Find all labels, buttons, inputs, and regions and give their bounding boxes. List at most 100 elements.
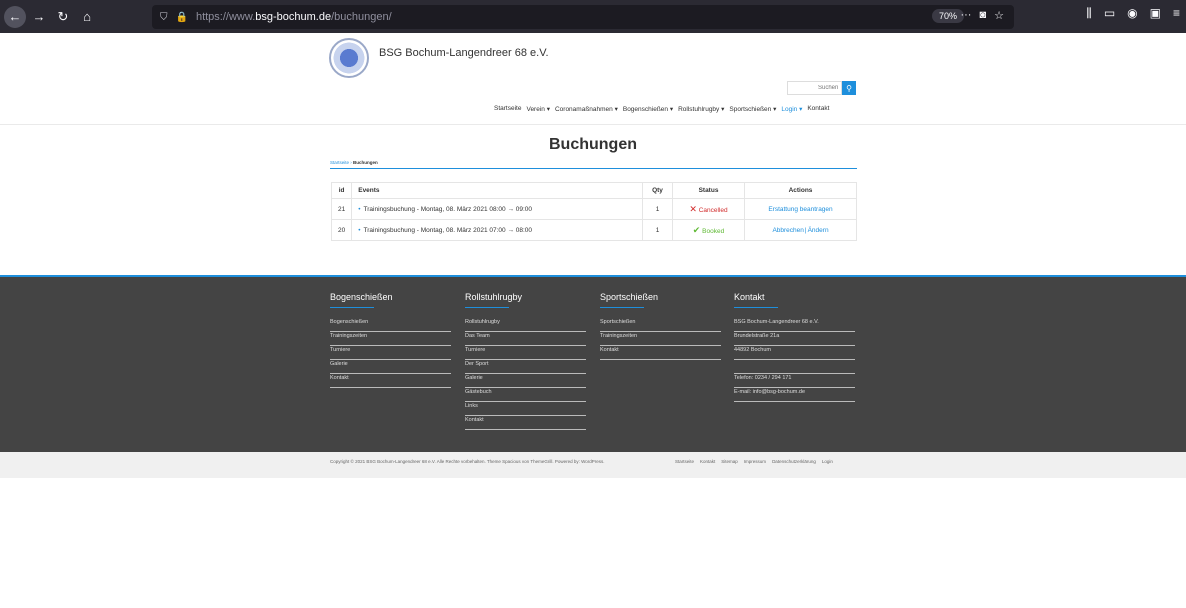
booking-id: 20 [330, 219, 353, 241]
footer-link[interactable]: Trainingszeiten [600, 332, 721, 346]
booking-event: • Trainingsbuchung - Montag, 08. März 202… [351, 219, 643, 241]
search-input[interactable] [787, 81, 842, 95]
nav-buttons: ← → ↻ ⌂ [0, 5, 98, 28]
footer-link[interactable]: Turniere [465, 346, 586, 360]
footer-menu-datenschutz[interactable]: Datenschutzerklärung [772, 459, 816, 464]
footer-heading: Sportschießen [600, 292, 721, 308]
footer-link[interactable]: Sportschießen [600, 318, 721, 332]
col-header-qty: Qty [642, 182, 673, 199]
footer-link[interactable]: Turniere [330, 346, 451, 360]
footer-menu-kontakt[interactable]: Kontakt [700, 459, 715, 464]
status-text: Cancelled [698, 206, 728, 214]
footer-col-sportschiessen: Sportschießen Sportschießen Trainingszei… [600, 292, 721, 360]
footer-link[interactable]: Kontakt [600, 346, 721, 360]
search-button[interactable]: ⚲ [842, 81, 856, 95]
lock-icon[interactable]: 🔒 [176, 12, 188, 23]
footer-col-kontakt: Kontakt BSG Bochum-Langendreer 68 e.V. B… [734, 292, 855, 402]
booking-id: 21 [330, 198, 353, 220]
shield-icon[interactable]: ⛉ [160, 12, 168, 23]
account-icon[interactable]: ◉ [1127, 6, 1137, 21]
bullet-icon: • [358, 205, 361, 213]
breadcrumb-home-link[interactable]: Startseite [330, 160, 349, 165]
footer-menu-login[interactable]: Login [822, 459, 833, 464]
pocket-icon[interactable]: ◙ [979, 9, 986, 22]
booking-event-link[interactable]: Trainingsbuchung - Montag, 08. März 2021… [364, 206, 533, 213]
search-icon: ⚲ [846, 83, 852, 93]
table-row: 21 • Trainingsbuchung - Montag, 08. März … [330, 198, 857, 220]
extension-icon[interactable]: ▣ [1150, 6, 1161, 21]
forward-icon[interactable]: → [28, 6, 50, 28]
bullet-icon: • [358, 226, 361, 234]
status-badge: ✕ Cancelled [672, 198, 745, 220]
footer-link[interactable]: Bogenschießen [330, 318, 451, 332]
more-actions-icon[interactable]: ··· [960, 9, 971, 22]
footer-link[interactable]: Kontakt [465, 416, 586, 430]
nav-coronamassnahmen[interactable]: Coronamaßnahmen ▾ [555, 105, 618, 113]
site-title[interactable]: BSG Bochum-Langendreer 68 e.V. [379, 47, 549, 59]
breadcrumb-current: Buchungen [353, 160, 378, 165]
zoom-level-button[interactable]: 70% [932, 9, 965, 23]
booking-actions: Erstattung beantragen [744, 198, 857, 220]
nav-login[interactable]: Login ▾ [781, 105, 802, 113]
footer-col-rollstuhlrugby: Rollstuhlrugby Rollstuhlrugby Das Team T… [465, 292, 586, 430]
nav-kontakt[interactable]: Kontakt [807, 105, 829, 113]
browser-toolbar: ← → ↻ ⌂ ⛉ 🔒 https://www.bsg-bochum.de/bu… [0, 0, 1186, 33]
home-icon[interactable]: ⌂ [76, 6, 98, 28]
footer-link[interactable]: Kontakt [330, 374, 451, 388]
booking-qty: 1 [642, 198, 673, 220]
site-header: BSG Bochum-Langendreer 68 e.V. ⚲ Startse… [0, 33, 1186, 125]
reload-icon[interactable]: ↻ [52, 6, 74, 28]
url-text[interactable]: https://www.bsg-bochum.de/buchungen/ [196, 11, 392, 23]
breadcrumb: Startseite › Buchungen [330, 160, 378, 165]
action-separator: | [804, 226, 807, 234]
refund-request-link[interactable]: Erstattung beantragen [768, 206, 832, 213]
footer-link[interactable]: Links [465, 402, 586, 416]
url-actions: ··· ◙ ☆ [960, 9, 1004, 22]
footer-menu-impressum[interactable]: Impressum [744, 459, 766, 464]
col-header-events: Events [351, 182, 643, 199]
main-navigation: Startseite Verein ▾ Coronamaßnahmen ▾ Bo… [494, 105, 829, 113]
status-text: Booked [702, 227, 725, 235]
contact-line[interactable]: E-mail: info@bsg-bochum.de [734, 388, 855, 402]
footer-menu-sitemap[interactable]: Sitemap [721, 459, 738, 464]
page-title: Buchungen [549, 136, 637, 153]
address-bar[interactable]: ⛉ 🔒 https://www.bsg-bochum.de/buchungen/… [152, 5, 1014, 29]
url-path: /buchungen/ [331, 11, 392, 23]
footer-heading: Kontakt [734, 292, 855, 308]
footer-link[interactable]: Rollstuhlrugby [465, 318, 586, 332]
table-row: 20 • Trainingsbuchung - Montag, 08. März … [330, 219, 857, 241]
footer-link[interactable]: Galerie [330, 360, 451, 374]
col-header-id: id [330, 182, 353, 199]
copyright-bar: Copyright © 2021 BSG Bochum-Langendreer … [0, 452, 1186, 478]
cancel-booking-link[interactable]: Abbrechen [772, 227, 803, 234]
toolbar-right: ⫼ ▭ ◉ ▣ ≡ [1086, 6, 1180, 21]
nav-sportschiessen[interactable]: Sportschießen ▾ [729, 105, 776, 113]
contact-line: 44892 Bochum [734, 346, 855, 360]
menu-icon[interactable]: ≡ [1173, 6, 1180, 21]
table-header-row: id Events Qty Status Actions [330, 182, 857, 199]
sidebar-icon[interactable]: ▭ [1104, 6, 1115, 21]
footer-link[interactable]: Der Sport [465, 360, 586, 374]
url-prefix: https://www. [195, 11, 256, 23]
status-badge: ✔ Booked [672, 219, 745, 241]
club-logo[interactable] [329, 38, 369, 78]
footer-menu-startseite[interactable]: Startseite [675, 459, 694, 464]
contact-line: Brundelstraße 21a [734, 332, 855, 346]
booking-actions: Abbrechen|Ändern [744, 219, 857, 241]
bookmark-star-icon[interactable]: ☆ [994, 9, 1004, 22]
footer-link[interactable]: Das Team [465, 332, 586, 346]
nav-bogenschiessen[interactable]: Bogenschießen ▾ [623, 105, 673, 113]
nav-startseite[interactable]: Startseite [494, 105, 521, 113]
booking-event-link[interactable]: Trainingsbuchung - Montag, 08. März 2021… [364, 227, 533, 234]
library-icon[interactable]: ⫼ [1086, 6, 1092, 21]
footer-col-bogenschiessen: Bogenschießen Bogenschießen Trainingszei… [330, 292, 451, 388]
footer-link[interactable]: Gästebuch [465, 388, 586, 402]
copyright-text: Copyright © 2021 BSG Bochum-Langendreer … [330, 459, 605, 464]
nav-rollstuhlrugby[interactable]: Rollstuhlrugby ▾ [678, 105, 724, 113]
nav-verein[interactable]: Verein ▾ [526, 105, 550, 113]
footer-link[interactable]: Trainingszeiten [330, 332, 451, 346]
footer-link[interactable]: Galerie [465, 374, 586, 388]
change-booking-link[interactable]: Ändern [808, 227, 829, 234]
col-header-actions: Actions [744, 182, 857, 199]
back-icon[interactable]: ← [4, 5, 26, 28]
